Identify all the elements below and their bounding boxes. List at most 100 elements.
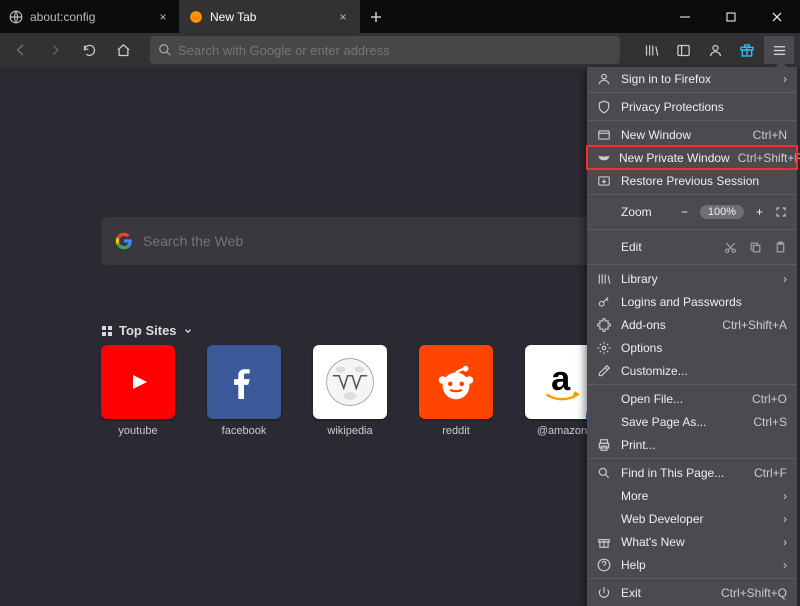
url-bar[interactable] <box>150 36 620 64</box>
gift-icon[interactable] <box>732 36 762 64</box>
sidebar-icon[interactable] <box>668 36 698 64</box>
chevron-right-icon: › <box>783 72 787 86</box>
topsites-row: youtube facebook wikipedia reddit a @ama… <box>101 345 599 437</box>
puzzle-icon <box>597 318 613 332</box>
tile-reddit[interactable]: reddit <box>419 345 493 437</box>
menu-print[interactable]: Print... <box>587 433 797 456</box>
chevron-right-icon: › <box>783 558 787 572</box>
account-icon <box>597 72 613 86</box>
tile-facebook[interactable]: facebook <box>207 345 281 437</box>
chevron-right-icon: › <box>783 489 787 503</box>
menu-signin[interactable]: Sign in to Firefox › <box>587 67 797 90</box>
maximize-button[interactable] <box>708 0 754 33</box>
tab-new-tab[interactable]: New Tab × <box>180 0 360 33</box>
menu-more[interactable]: More › <box>587 484 797 507</box>
topsites-label: Top Sites <box>119 323 177 338</box>
back-button[interactable] <box>6 36 36 64</box>
menu-new-private-window[interactable]: New Private Window Ctrl+Shift+P <box>587 146 797 169</box>
window-controls <box>662 0 800 33</box>
reddit-icon <box>419 345 493 419</box>
title-bar: about:config × New Tab × <box>0 0 800 33</box>
chevron-right-icon: › <box>783 535 787 549</box>
account-icon[interactable] <box>700 36 730 64</box>
menu-zoom-row: Zoom − 100% + <box>587 197 797 227</box>
menu-logins[interactable]: Logins and Passwords <box>587 290 797 313</box>
gift-icon <box>597 535 613 549</box>
close-icon[interactable]: × <box>155 10 171 24</box>
url-input[interactable] <box>178 43 612 58</box>
tile-label: reddit <box>442 425 470 437</box>
menu-privacy[interactable]: Privacy Protections <box>587 95 797 118</box>
mask-icon <box>597 151 611 165</box>
forward-button[interactable] <box>40 36 70 64</box>
zoom-in-button[interactable]: + <box>756 205 763 219</box>
close-icon[interactable]: × <box>335 10 351 24</box>
new-tab-button[interactable] <box>360 0 392 33</box>
print-icon <box>597 438 613 452</box>
brush-icon <box>597 364 613 378</box>
help-icon <box>597 558 613 572</box>
separator <box>587 264 797 265</box>
menu-new-window[interactable]: New Window Ctrl+N <box>587 123 797 146</box>
youtube-icon <box>101 345 175 419</box>
tab-title: New Tab <box>210 10 329 24</box>
chevron-right-icon: › <box>783 272 787 286</box>
separator <box>587 92 797 93</box>
menu-edit-row: Edit <box>587 232 797 262</box>
hamburger-menu-button[interactable] <box>764 36 794 64</box>
menu-exit[interactable]: Exit Ctrl+Shift+Q <box>587 581 797 604</box>
separator <box>587 384 797 385</box>
restore-icon <box>597 174 613 188</box>
tile-label: youtube <box>118 425 157 437</box>
paste-button[interactable] <box>774 241 787 254</box>
menu-open-file[interactable]: Open File... Ctrl+O <box>587 387 797 410</box>
zoom-value[interactable]: 100% <box>700 205 744 219</box>
menu-restore-session[interactable]: Restore Previous Session <box>587 169 797 192</box>
tile-wikipedia[interactable]: wikipedia <box>313 345 387 437</box>
close-button[interactable] <box>754 0 800 33</box>
cut-button[interactable] <box>724 241 737 254</box>
library-icon[interactable] <box>636 36 666 64</box>
power-icon <box>597 586 613 600</box>
zoom-label: Zoom <box>621 205 652 219</box>
svg-text:a: a <box>551 360 571 398</box>
grid-icon <box>101 325 113 337</box>
tile-youtube[interactable]: youtube <box>101 345 175 437</box>
search-icon <box>158 43 172 57</box>
separator <box>587 458 797 459</box>
minimize-button[interactable] <box>662 0 708 33</box>
menu-help[interactable]: Help › <box>587 553 797 576</box>
fullscreen-button[interactable] <box>775 206 787 218</box>
zoom-out-button[interactable]: − <box>681 205 688 219</box>
globe-icon <box>8 9 24 25</box>
chevron-down-icon <box>183 326 193 336</box>
menu-whats-new[interactable]: What's New › <box>587 530 797 553</box>
nav-bar <box>0 33 800 67</box>
tile-label: facebook <box>222 425 267 437</box>
home-button[interactable] <box>108 36 138 64</box>
reload-button[interactable] <box>74 36 104 64</box>
key-icon <box>597 295 613 309</box>
app-menu: Sign in to Firefox › Privacy Protections… <box>587 67 797 606</box>
separator <box>587 229 797 230</box>
separator <box>587 194 797 195</box>
topsites-header[interactable]: Top Sites <box>101 323 193 338</box>
menu-addons[interactable]: Add-ons Ctrl+Shift+A <box>587 313 797 336</box>
tile-label: wikipedia <box>327 425 372 437</box>
facebook-icon <box>207 345 281 419</box>
menu-customize[interactable]: Customize... <box>587 359 797 382</box>
search-icon <box>597 466 613 480</box>
menu-find[interactable]: Find in This Page... Ctrl+F <box>587 461 797 484</box>
library-icon <box>597 272 613 286</box>
menu-save-page[interactable]: Save Page As... Ctrl+S <box>587 410 797 433</box>
tab-about-config[interactable]: about:config × <box>0 0 180 33</box>
window-icon <box>597 128 613 142</box>
menu-library[interactable]: Library › <box>587 267 797 290</box>
copy-button[interactable] <box>749 241 762 254</box>
separator <box>587 578 797 579</box>
menu-options[interactable]: Options <box>587 336 797 359</box>
tab-title: about:config <box>30 10 149 24</box>
chevron-right-icon: › <box>783 512 787 526</box>
gear-icon <box>597 341 613 355</box>
menu-web-developer[interactable]: Web Developer › <box>587 507 797 530</box>
